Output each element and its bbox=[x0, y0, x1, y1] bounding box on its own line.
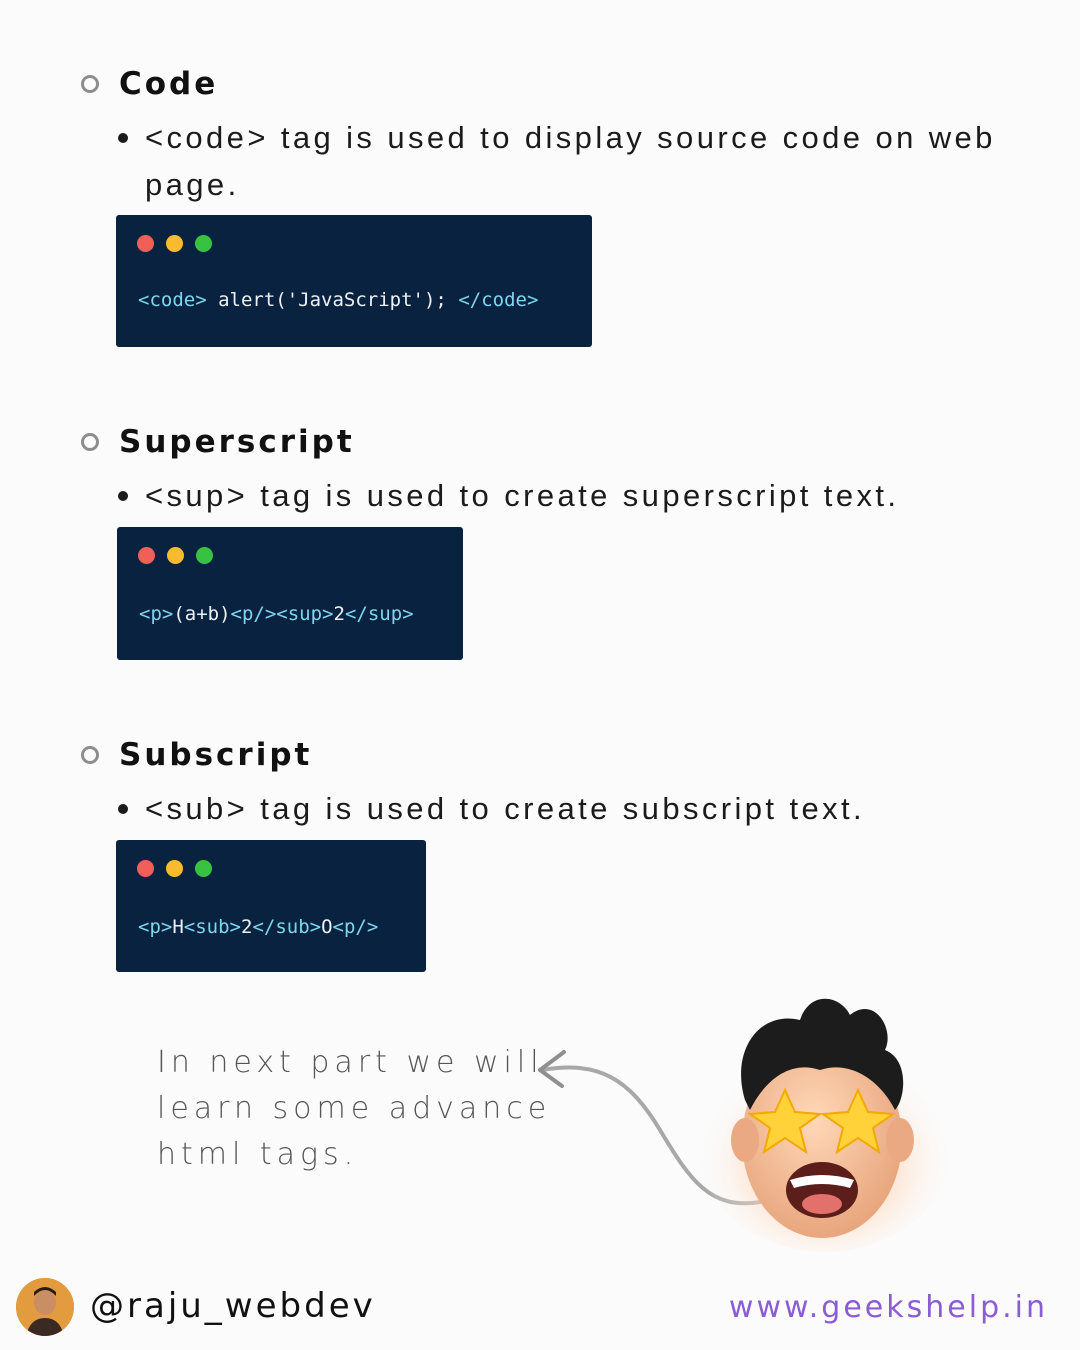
section-subscript: Subscript <sub> tag is used to create su… bbox=[78, 735, 1038, 832]
traffic-light-icon bbox=[137, 860, 212, 877]
section-description: <sup> tag is used to create superscript … bbox=[118, 472, 1038, 519]
code-block: <code> alert('JavaScript'); </code> bbox=[116, 215, 592, 347]
maximize-dot-icon bbox=[195, 235, 212, 252]
avatar-image bbox=[16, 1278, 74, 1336]
traffic-light-icon bbox=[138, 547, 213, 564]
code-block: <p>H<sub>2</sub>O<p/> bbox=[116, 840, 426, 972]
bullet-dot-icon bbox=[118, 491, 128, 501]
close-dot-icon bbox=[138, 547, 155, 564]
code-block: <p>(a+b)<p/><sup>2</sup> bbox=[117, 527, 463, 660]
bullet-dot-icon bbox=[118, 804, 128, 814]
minimize-dot-icon bbox=[166, 235, 183, 252]
avatar bbox=[16, 1278, 74, 1336]
section-code: Code <code> tag is used to display sourc… bbox=[78, 64, 1038, 208]
section-title: Code bbox=[119, 66, 219, 102]
close-dot-icon bbox=[137, 235, 154, 252]
hollow-bullet-icon bbox=[81, 746, 99, 764]
section-superscript: Superscript <sup> tag is used to create … bbox=[78, 422, 1038, 519]
website-link[interactable]: www.geekshelp.in bbox=[729, 1290, 1048, 1325]
minimize-dot-icon bbox=[166, 860, 183, 877]
section-title: Subscript bbox=[119, 737, 313, 773]
memoji-star-eyes bbox=[695, 998, 955, 1252]
note-line: In next part we will bbox=[157, 1045, 544, 1080]
hollow-bullet-icon bbox=[81, 75, 99, 93]
bullet-dot-icon bbox=[118, 133, 128, 143]
note-line: learn some advance bbox=[157, 1091, 552, 1126]
code-line: <p>(a+b)<p/><sup>2</sup> bbox=[139, 603, 414, 625]
hollow-bullet-icon bbox=[81, 433, 99, 451]
section-description: <sub> tag is used to create subscript te… bbox=[118, 785, 1038, 832]
section-description: <code> tag is used to display source cod… bbox=[118, 114, 1005, 208]
maximize-dot-icon bbox=[195, 860, 212, 877]
code-line: <p>H<sub>2</sub>O<p/> bbox=[138, 916, 379, 938]
note-line: html tags. bbox=[157, 1137, 359, 1172]
handwritten-note: In next part we will learn some advance … bbox=[157, 1040, 577, 1178]
close-dot-icon bbox=[137, 860, 154, 877]
author-handle: @raju_webdev bbox=[90, 1286, 376, 1326]
section-title: Superscript bbox=[119, 424, 355, 460]
maximize-dot-icon bbox=[196, 547, 213, 564]
traffic-light-icon bbox=[137, 235, 212, 252]
code-line: <code> alert('JavaScript'); </code> bbox=[138, 289, 539, 311]
minimize-dot-icon bbox=[167, 547, 184, 564]
